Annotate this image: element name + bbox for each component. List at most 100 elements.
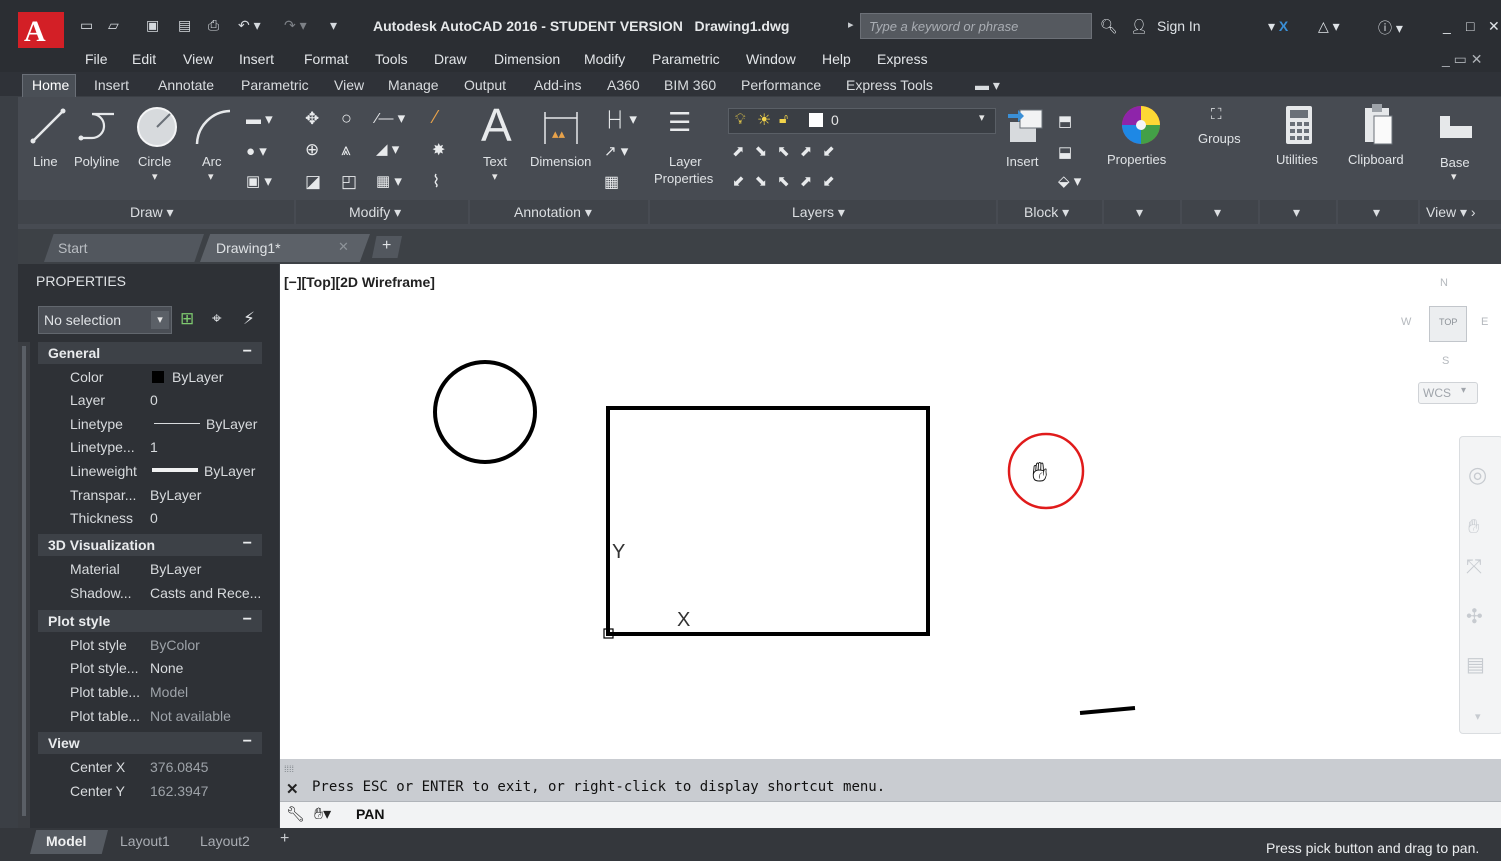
- maximize-button[interactable]: □: [1466, 18, 1474, 34]
- dimension-icon[interactable]: ▴▴: [542, 108, 580, 146]
- close-button[interactable]: ✕: [1488, 18, 1500, 35]
- command-grip-icon[interactable]: ⁞⁞⁞⁞: [284, 764, 294, 774]
- palette-scrollbar[interactable]: [22, 346, 26, 816]
- wcs-dropdown[interactable]: WCS ▾: [1418, 382, 1478, 404]
- section-plot-style[interactable]: Plot style −: [38, 610, 262, 632]
- command-hand-icon[interactable]: ✋︎▾: [314, 804, 331, 824]
- tab-performance[interactable]: Performance: [741, 77, 821, 93]
- prop-row-plot-table-attached[interactable]: Plot table... Model: [38, 680, 262, 703]
- tab-bim360[interactable]: BIM 360: [664, 77, 716, 93]
- circle-dropdown-icon[interactable]: ▾: [152, 170, 158, 183]
- drawn-line[interactable]: [1079, 706, 1136, 715]
- file-tab-start-label[interactable]: Start: [58, 240, 88, 256]
- utilities-label[interactable]: Utilities: [1276, 152, 1318, 167]
- select-objects-icon[interactable]: ⌖: [212, 309, 222, 329]
- drawn-circle[interactable]: [433, 360, 537, 464]
- modify-panel-label[interactable]: Modify ▾: [349, 204, 401, 221]
- circle-label[interactable]: Circle: [138, 154, 171, 169]
- tab-insert[interactable]: Insert: [94, 77, 129, 93]
- trim-icon[interactable]: ⁄— ▾: [376, 109, 405, 127]
- drawing-canvas[interactable]: [280, 264, 1501, 759]
- steering-wheel-icon[interactable]: ◎: [1468, 462, 1487, 488]
- insert-block-icon[interactable]: [1006, 106, 1046, 146]
- block-attributes-icon[interactable]: ⬙ ▾: [1058, 172, 1081, 190]
- menu-dimension[interactable]: Dimension: [494, 51, 560, 67]
- layer-tools-row2-icon[interactable]: ⬋⬊⬉⬈⬋: [732, 172, 845, 190]
- hatch-icon[interactable]: ● ▾: [246, 142, 267, 160]
- layer-properties-label-2[interactable]: Properties: [654, 171, 713, 186]
- prop-row-plot-style-table[interactable]: Plot style... None: [38, 656, 262, 679]
- layer-dropdown[interactable]: 💡︎ ☀ 🔓︎ 0 ▾: [728, 108, 996, 134]
- view-panel-label[interactable]: View ▾ ›: [1426, 204, 1476, 221]
- open-file-icon[interactable]: ▱: [108, 17, 119, 34]
- menu-tools[interactable]: Tools: [375, 51, 408, 67]
- tab-annotate[interactable]: Annotate: [158, 77, 214, 93]
- exchange-icon[interactable]: ▾ X: [1268, 18, 1288, 35]
- groups-panel-arrow-icon[interactable]: ▾: [1214, 204, 1221, 221]
- utilities-panel-arrow-icon[interactable]: ▾: [1293, 204, 1300, 221]
- drawn-rectangle[interactable]: [606, 406, 930, 636]
- layout-tab-model-label[interactable]: Model: [46, 833, 86, 849]
- nav-pan-icon[interactable]: ✋︎: [1468, 516, 1479, 539]
- binoculars-icon[interactable]: 🔍︎: [1100, 18, 1118, 35]
- menu-modify[interactable]: Modify: [584, 51, 625, 67]
- viewcube-west-label[interactable]: W: [1401, 316, 1411, 328]
- base-label[interactable]: Base: [1440, 155, 1470, 170]
- block-panel-label[interactable]: Block ▾: [1024, 204, 1069, 221]
- command-input[interactable]: [280, 801, 1501, 828]
- tab-a360[interactable]: A360: [607, 77, 640, 93]
- user-icon[interactable]: 👤︎: [1130, 18, 1148, 35]
- file-tab-drawing-label[interactable]: Drawing1*: [216, 240, 281, 256]
- boundary-icon[interactable]: ▣ ▾: [246, 172, 272, 190]
- groups-label[interactable]: Groups: [1198, 131, 1241, 146]
- tab-view[interactable]: View: [334, 77, 364, 93]
- text-icon[interactable]: A: [481, 98, 512, 152]
- rotate-icon[interactable]: ○: [341, 108, 352, 129]
- menu-view[interactable]: View: [183, 51, 213, 67]
- prop-row-linetype[interactable]: Linetype ByLayer: [38, 412, 262, 435]
- annotation-panel-label[interactable]: Annotation ▾: [514, 204, 592, 221]
- tab-add-ins[interactable]: Add-ins: [534, 77, 581, 93]
- prop-row-plot-style[interactable]: Plot style ByColor: [38, 633, 262, 656]
- showmotion-icon[interactable]: ▤: [1466, 652, 1485, 677]
- mirror-icon[interactable]: ⩓: [341, 140, 351, 160]
- draw-panel-label[interactable]: Draw ▾: [130, 204, 174, 221]
- menu-edit[interactable]: Edit: [132, 51, 156, 67]
- scale-icon[interactable]: ◰: [341, 172, 357, 192]
- plus-icon[interactable]: +: [382, 237, 391, 255]
- edit-block-icon[interactable]: ⬓: [1058, 143, 1072, 161]
- new-layout-icon[interactable]: +: [280, 830, 289, 848]
- groups-icon[interactable]: ⛶: [1211, 106, 1222, 123]
- line-icon[interactable]: [30, 108, 66, 144]
- command-close-icon[interactable]: ✕: [286, 780, 299, 798]
- layer-tools-row1-icon[interactable]: ⬈⬊⬉⬈⬋: [732, 142, 845, 160]
- clipboard-label[interactable]: Clipboard: [1348, 152, 1404, 167]
- erase-icon[interactable]: ⁄: [434, 107, 437, 128]
- layout-tab-layout1[interactable]: Layout1: [120, 833, 170, 849]
- copy-icon[interactable]: ⊕: [305, 140, 319, 160]
- properties-color-wheel-icon[interactable]: [1120, 104, 1162, 146]
- toggle-pickadd-icon[interactable]: ⊞: [180, 309, 194, 329]
- search-box[interactable]: [860, 13, 1092, 39]
- create-block-icon[interactable]: ⬒: [1058, 112, 1072, 130]
- menu-express[interactable]: Express: [877, 51, 928, 67]
- customize-wrench-icon[interactable]: 🔧︎: [286, 805, 305, 823]
- layer-properties-label-1[interactable]: Layer: [669, 154, 702, 169]
- layout-tab-layout2[interactable]: Layout2: [200, 833, 250, 849]
- prop-row-shadow[interactable]: Shadow... Casts and Rece...: [38, 581, 262, 604]
- array-icon[interactable]: ▦ ▾: [376, 172, 402, 190]
- properties-label[interactable]: Properties: [1107, 152, 1166, 167]
- prop-row-center-x[interactable]: Center X 376.0845: [38, 755, 262, 778]
- redo-icon[interactable]: ↷ ▾: [284, 17, 307, 34]
- menu-file[interactable]: File: [85, 51, 108, 67]
- text-dropdown-icon[interactable]: ▾: [492, 170, 498, 183]
- tab-manage[interactable]: Manage: [388, 77, 439, 93]
- help-icon[interactable]: ⓘ ▾: [1378, 18, 1403, 38]
- viewcube-east-label[interactable]: E: [1481, 316, 1488, 328]
- rectangle-icon[interactable]: ▬ ▾: [246, 110, 273, 128]
- prop-row-thickness[interactable]: Thickness 0: [38, 506, 262, 529]
- section-general[interactable]: General −: [38, 342, 262, 364]
- new-file-icon[interactable]: ▭: [80, 17, 93, 34]
- selection-dropdown[interactable]: No selection ▾: [38, 306, 172, 334]
- layer-properties-icon[interactable]: ☰: [668, 107, 691, 138]
